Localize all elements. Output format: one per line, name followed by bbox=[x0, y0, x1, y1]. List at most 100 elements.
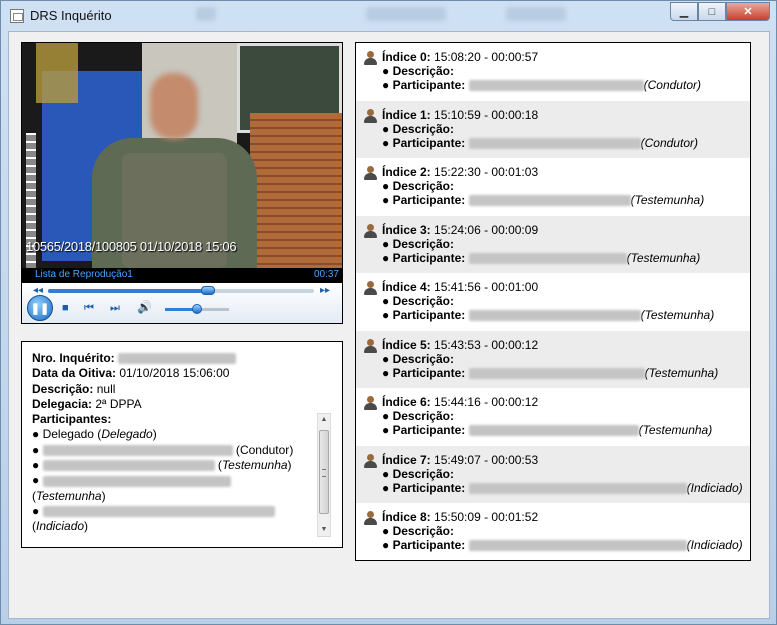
participant-role: Delegado bbox=[101, 427, 153, 442]
person-icon bbox=[363, 453, 377, 468]
index-item[interactable]: Índice 5: 15:43:53 - 00:00:12 ● Descrição… bbox=[356, 330, 750, 388]
bullet: ● bbox=[382, 193, 390, 207]
video-frame[interactable]: 10565/2018/100805 01/10/2018 15:06 bbox=[22, 43, 342, 268]
person-icon bbox=[363, 281, 377, 295]
redacted-name bbox=[468, 425, 639, 437]
index-item[interactable]: Índice 2: 15:22:30 - 00:01:03 ● Descrição… bbox=[356, 158, 750, 216]
redacted-name bbox=[468, 310, 641, 322]
scroll-down-icon[interactable]: ▼ bbox=[318, 524, 330, 536]
participant-role: Indiciado bbox=[36, 519, 85, 534]
index-descricao: ● Descrição: bbox=[364, 409, 750, 423]
index-item[interactable]: Índice 8: 15:50:09 - 00:01:52 ● Descrição… bbox=[356, 503, 750, 560]
player-controls: ◂◂ ▸▸ ❚❚ ■ ⏮ ⏭ 🔊 bbox=[22, 283, 342, 323]
bullet: ● bbox=[382, 78, 390, 92]
participante-label: Participante: bbox=[392, 538, 466, 552]
previous-track-icon[interactable]: ⏮ bbox=[84, 302, 94, 315]
bullet: ● bbox=[382, 423, 390, 437]
descricao-label: Descrição: bbox=[32, 381, 94, 396]
bullet: ● bbox=[382, 294, 390, 308]
bullet: ● bbox=[382, 250, 390, 265]
index-descricao: ● Descrição: bbox=[364, 294, 750, 308]
index-participante: ● Participante: (Testemunha) bbox=[364, 423, 750, 437]
index-participante: ● Participante: (Indiciado) bbox=[364, 481, 750, 495]
bullet: ● bbox=[32, 503, 40, 518]
index-label: Índice 8: bbox=[382, 510, 431, 524]
redacted-name bbox=[42, 460, 215, 472]
redacted-name bbox=[468, 137, 641, 149]
video-scene bbox=[36, 43, 78, 103]
redacted-name bbox=[42, 506, 275, 518]
bullet: ● bbox=[382, 480, 390, 495]
index-label: Índice 0: bbox=[382, 50, 431, 64]
client-area: 10565/2018/100805 01/10/2018 15:06 Lista… bbox=[8, 31, 770, 619]
index-time: 15:10:59 - 00:00:18 bbox=[434, 107, 539, 122]
index-descricao: ● Descrição: bbox=[364, 179, 750, 193]
index-item[interactable]: Índice 7: 15:49:07 - 00:00:53 ● Descrição… bbox=[356, 445, 750, 503]
descricao-value: null bbox=[96, 381, 116, 396]
index-time: 15:43:53 - 00:00:12 bbox=[434, 337, 539, 352]
index-time: 15:49:07 - 00:00:53 bbox=[434, 452, 539, 467]
seek-bar[interactable] bbox=[48, 286, 314, 295]
participante-label: Participante: bbox=[392, 250, 466, 265]
volume-thumb[interactable] bbox=[192, 304, 202, 314]
stop-icon[interactable]: ■ bbox=[62, 302, 69, 314]
volume-icon[interactable]: 🔊 bbox=[137, 300, 152, 314]
redacted-name bbox=[42, 475, 231, 487]
close-button[interactable]: ✕ bbox=[726, 2, 770, 21]
participante-label: Participante: bbox=[392, 308, 466, 322]
index-item[interactable]: Índice 1: 15:10:59 - 00:00:18 ● Descrição… bbox=[356, 100, 750, 158]
person-icon bbox=[363, 108, 377, 123]
descricao-label: Descrição: bbox=[392, 294, 454, 308]
index-participante: ● Participante: (Indiciado) bbox=[364, 538, 750, 552]
pause-button[interactable]: ❚❚ bbox=[27, 295, 53, 321]
descricao-label: Descrição: bbox=[392, 64, 454, 78]
bullet: ● bbox=[382, 236, 390, 251]
next-track-icon[interactable]: ⏭ bbox=[110, 302, 120, 315]
index-label: Índice 2: bbox=[382, 165, 431, 179]
inquiry-info-content: Nro. Inquérito: Data da Oitiva: 01/10/20… bbox=[32, 351, 312, 535]
info-scrollbar[interactable]: ▲ ▼ bbox=[317, 413, 331, 537]
index-item[interactable]: Índice 4: 15:41:56 - 00:01:00 ● Descrição… bbox=[356, 273, 750, 331]
index-descricao: ● Descrição: bbox=[364, 122, 750, 136]
index-descricao: ● Descrição: bbox=[364, 352, 750, 366]
index-label: Índice 4: bbox=[382, 280, 431, 294]
playlist-bar: Lista de Reprodução1 00:37 bbox=[22, 268, 342, 283]
participant-role: (Testemunha) bbox=[640, 308, 715, 322]
participant-role: (Testemunha) bbox=[630, 193, 705, 207]
scroll-up-icon[interactable]: ▲ bbox=[318, 414, 330, 426]
bullet: ● bbox=[382, 121, 390, 136]
person-icon bbox=[363, 166, 377, 180]
scroll-thumb[interactable] bbox=[319, 430, 329, 514]
descricao-label: Descrição: bbox=[392, 524, 454, 538]
bullet: ● bbox=[382, 538, 390, 552]
index-item[interactable]: Índice 6: 15:44:16 - 00:00:12 ● Descrição… bbox=[356, 388, 750, 446]
fast-forward-icon[interactable]: ▸▸ bbox=[320, 285, 330, 296]
index-time: 15:41:56 - 00:01:00 bbox=[434, 280, 539, 294]
index-item[interactable]: Índice 0: 15:08:20 - 00:00:57 ● Descrição… bbox=[356, 43, 750, 101]
redacted-name bbox=[468, 252, 627, 264]
index-participante: ● Participante: (Testemunha) bbox=[364, 193, 750, 207]
bullet: ● bbox=[32, 442, 40, 457]
maximize-button[interactable]: □ bbox=[698, 2, 726, 21]
index-time: 15:08:20 - 00:00:57 bbox=[434, 50, 539, 64]
redacted-value bbox=[118, 353, 237, 365]
seek-thumb[interactable] bbox=[200, 286, 215, 295]
index-item[interactable]: Índice 3: 15:24:06 - 00:00:09 ● Descrição… bbox=[356, 215, 750, 273]
titlebar[interactable]: DRS Inquérito ▁ □ ✕ bbox=[1, 1, 776, 31]
index-participante: ● Participante: (Testemunha) bbox=[364, 366, 750, 380]
person-icon bbox=[363, 338, 377, 353]
bullet: ● bbox=[382, 351, 390, 366]
participant-item: ● (Testemunha) bbox=[32, 458, 292, 473]
bullet: ● bbox=[32, 458, 40, 473]
bullet: ● bbox=[32, 427, 40, 442]
participant-role: (Testemunha) bbox=[644, 365, 719, 380]
nro-inquerito-label: Nro. Inquérito: bbox=[32, 351, 115, 365]
app-icon bbox=[10, 9, 24, 23]
minimize-button[interactable]: ▁ bbox=[670, 2, 698, 21]
redacted-name bbox=[42, 445, 233, 457]
participant-name: Delegado bbox=[42, 427, 94, 442]
bullet: ● bbox=[382, 135, 390, 150]
volume-slider[interactable] bbox=[165, 304, 229, 314]
participant-role: (Indiciado) bbox=[686, 480, 743, 495]
participant-role: (Indiciado) bbox=[686, 538, 743, 552]
